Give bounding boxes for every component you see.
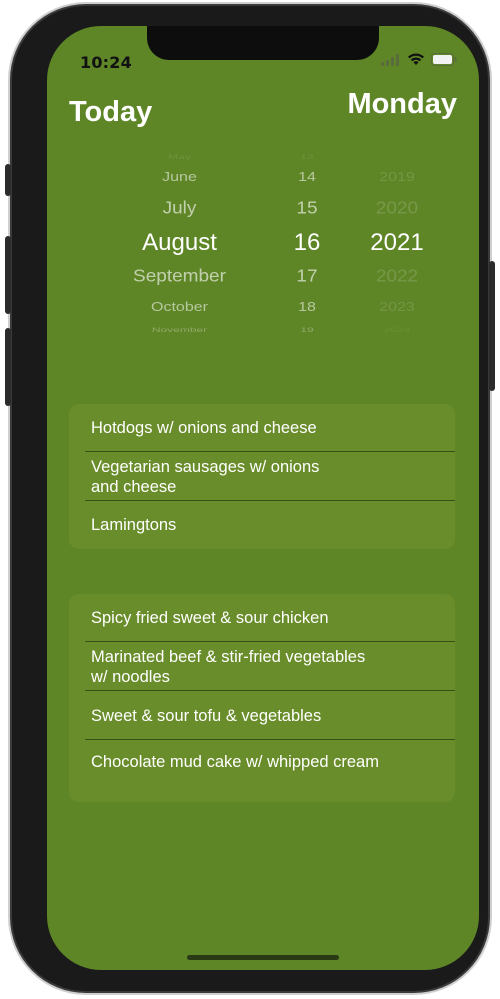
today-title: Today bbox=[69, 96, 153, 128]
menu-item: Lamingtons bbox=[69, 501, 455, 549]
menu-item-text: Sweet & sour tofu & vegetables bbox=[91, 706, 322, 725]
menu-item: Vegetarian sausages w/ onions and cheese bbox=[69, 452, 455, 501]
year-option[interactable]: 2023 bbox=[342, 301, 452, 315]
menu-item: Chocolate mud cake w/ whipped cream bbox=[69, 740, 455, 784]
month-option[interactable]: August bbox=[87, 229, 272, 257]
year-wheel[interactable]: 2018 2019 2020 2021 2022 2023 2024 bbox=[342, 148, 452, 348]
year-option[interactable]: 2019 bbox=[342, 171, 452, 185]
day-option[interactable]: 19 bbox=[272, 326, 342, 334]
date-picker[interactable]: May June July August September October Novembe… bbox=[87, 148, 459, 348]
menu-item: Spicy fried sweet & sour chicken bbox=[69, 594, 455, 642]
home-indicator[interactable] bbox=[187, 955, 339, 960]
menu-item-text: w/ noodles bbox=[91, 667, 170, 686]
menu-card-1: Hotdogs w/ onions and cheese Vegetarian s… bbox=[69, 404, 455, 549]
day-option[interactable]: 17 bbox=[272, 267, 342, 287]
day-option[interactable]: 16 bbox=[272, 229, 342, 257]
app-screen: 10:24 Today Monday May June July August S bbox=[47, 26, 479, 970]
year-option[interactable]: 2021 bbox=[342, 229, 452, 257]
menu-item: Hotdogs w/ onions and cheese bbox=[69, 404, 455, 452]
month-wheel[interactable]: May June July August September October Novembe… bbox=[87, 148, 272, 348]
weekday-title: Monday bbox=[347, 88, 457, 120]
month-option[interactable]: October bbox=[87, 301, 272, 315]
menu-item-text: Hotdogs w/ onions and cheese bbox=[91, 419, 317, 437]
day-option[interactable]: 15 bbox=[272, 199, 342, 219]
silent-switch bbox=[5, 164, 11, 196]
camera-notch bbox=[147, 26, 379, 60]
menu-item-text: Lamingtons bbox=[91, 516, 177, 534]
month-option[interactable]: November bbox=[87, 326, 272, 334]
day-wheel[interactable]: 13 14 15 16 17 18 19 bbox=[272, 148, 342, 348]
year-option[interactable]: 2024 bbox=[342, 326, 452, 334]
year-option[interactable]: 2022 bbox=[342, 267, 452, 287]
day-option[interactable]: 18 bbox=[272, 301, 342, 315]
signal-icon bbox=[381, 53, 399, 66]
day-option[interactable]: 14 bbox=[272, 171, 342, 185]
year-option[interactable]: 2018 bbox=[342, 153, 452, 161]
menu-item-text: Marinated beef & stir-fried vegetables bbox=[91, 647, 366, 666]
month-option[interactable]: May bbox=[87, 153, 272, 161]
day-option[interactable]: 13 bbox=[272, 153, 342, 161]
status-time: 10:24 bbox=[80, 53, 132, 72]
phone-frame: 10:24 Today Monday May June July August S bbox=[5, 6, 495, 991]
menu-item-text: Chocolate mud cake w/ whipped cream bbox=[91, 753, 379, 771]
month-option[interactable]: July bbox=[87, 199, 272, 219]
menu-item: Marinated beef & stir-fried vegetables w/… bbox=[69, 642, 455, 691]
volume-down-button bbox=[5, 328, 11, 406]
month-option[interactable]: June bbox=[87, 171, 272, 185]
year-option[interactable]: 2020 bbox=[342, 199, 452, 219]
battery-icon bbox=[431, 53, 457, 66]
month-option[interactable]: September bbox=[87, 267, 272, 287]
menu-item-text: Spicy fried sweet & sour chicken bbox=[91, 609, 329, 627]
menu-item-text: Vegetarian sausages w/ onions bbox=[91, 457, 320, 476]
menu-item-text: and cheese bbox=[91, 477, 177, 496]
wifi-icon bbox=[408, 53, 424, 65]
menu-item: Sweet & sour tofu & vegetables bbox=[69, 691, 455, 740]
menu-card-2: Spicy fried sweet & sour chicken Marinate… bbox=[69, 594, 455, 802]
power-button bbox=[489, 261, 495, 391]
volume-up-button bbox=[5, 236, 11, 314]
status-icons bbox=[381, 53, 457, 66]
